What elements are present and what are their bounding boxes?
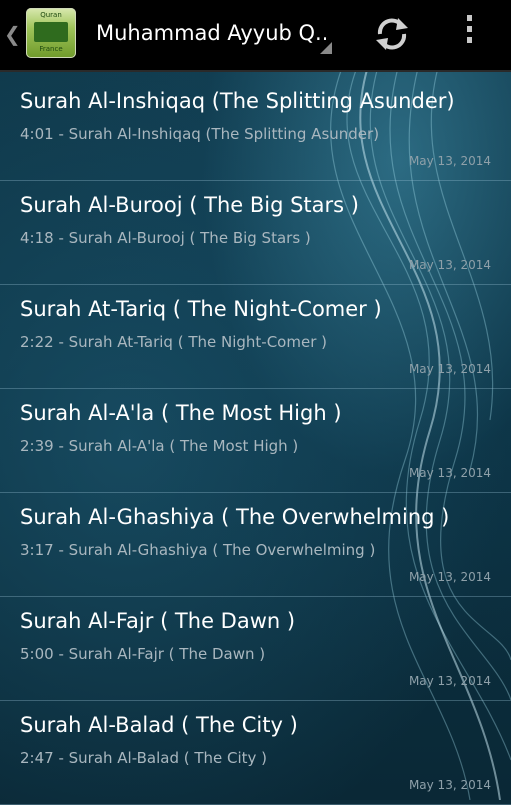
spinner-triangle-icon[interactable] (320, 42, 332, 54)
track-date: May 13, 2014 (408, 258, 491, 272)
track-subtitle: 5:00 - Surah Al-Fajr ( The Dawn ) (20, 645, 266, 663)
track-list: Surah Al-Inshiqaq (The Splitting Asunder… (0, 77, 511, 805)
track-date: May 13, 2014 (408, 570, 491, 584)
track-date: May 13, 2014 (408, 674, 491, 688)
track-list-item[interactable]: Surah At-Tariq ( The Night-Comer ) 2:22 … (0, 285, 511, 389)
track-subtitle: 2:39 - Surah Al-A'la ( The Most High ) (20, 437, 299, 455)
track-title: Surah Al-Fajr ( The Dawn ) (20, 609, 296, 633)
action-bar: ❮ Quran France Muhammad Ayyub Q.. (0, 0, 511, 72)
track-list-item[interactable]: Surah Al-Balad ( The City ) 2:47 - Surah… (0, 701, 511, 805)
track-title: Surah Al-A'la ( The Most High ) (20, 401, 342, 425)
track-list-item[interactable]: Surah Al-Fajr ( The Dawn ) 5:00 - Surah … (0, 597, 511, 701)
refresh-icon[interactable] (372, 14, 412, 54)
track-subtitle: 2:22 - Surah At-Tariq ( The Night-Comer … (20, 333, 327, 351)
app-icon-label-top: Quran (40, 11, 62, 19)
track-title: Surah Al-Inshiqaq (The Splitting Asunder… (20, 89, 455, 113)
track-date: May 13, 2014 (408, 778, 491, 792)
track-title: Surah Al-Burooj ( The Big Stars ) (20, 193, 359, 217)
reciter-spinner-title[interactable]: Muhammad Ayyub Q.. (96, 21, 326, 45)
app-icon-label-bottom: France (39, 45, 63, 53)
track-date: May 13, 2014 (408, 154, 491, 168)
track-list-item[interactable]: Surah Al-Burooj ( The Big Stars ) 4:18 -… (0, 181, 511, 285)
book-icon (34, 22, 68, 42)
track-title: Surah At-Tariq ( The Night-Comer ) (20, 297, 382, 321)
track-list-item[interactable]: Surah Al-Ghashiya ( The Overwhelming ) 3… (0, 493, 511, 597)
track-subtitle: 4:18 - Surah Al-Burooj ( The Big Stars ) (20, 229, 311, 247)
app-logo-icon[interactable]: Quran France (26, 8, 76, 58)
track-date: May 13, 2014 (408, 362, 491, 376)
track-title: Surah Al-Ghashiya ( The Overwhelming ) (20, 505, 450, 529)
overflow-menu-icon[interactable] (462, 15, 476, 53)
up-caret-icon[interactable]: ❮ (4, 22, 21, 46)
track-subtitle: 4:01 - Surah Al-Inshiqaq (The Splitting … (20, 125, 380, 143)
track-list-item[interactable]: Surah Al-A'la ( The Most High ) 2:39 - S… (0, 389, 511, 493)
track-title: Surah Al-Balad ( The City ) (20, 713, 298, 737)
track-date: May 13, 2014 (408, 466, 491, 480)
track-list-item[interactable]: Surah Al-Inshiqaq (The Splitting Asunder… (0, 77, 511, 181)
track-subtitle: 3:17 - Surah Al-Ghashiya ( The Overwhelm… (20, 541, 376, 559)
track-subtitle: 2:47 - Surah Al-Balad ( The City ) (20, 749, 268, 767)
